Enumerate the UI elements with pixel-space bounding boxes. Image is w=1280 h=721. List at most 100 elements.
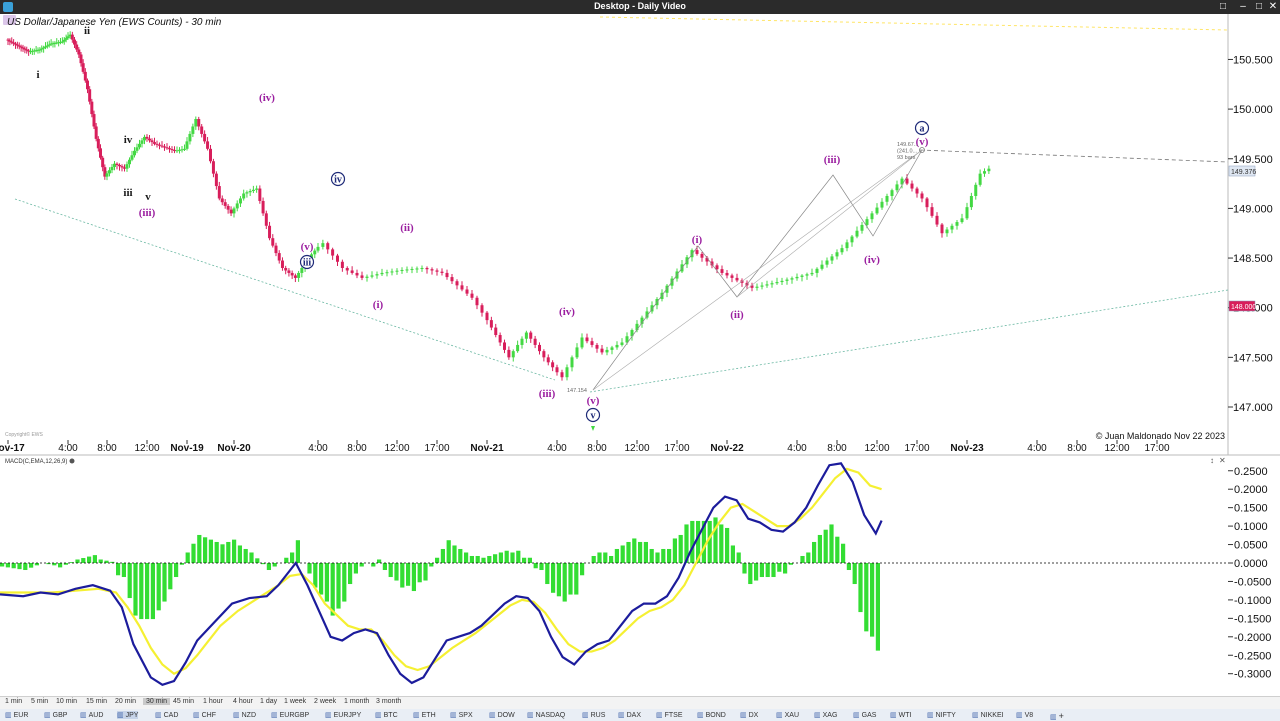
timeframe-button[interactable]: 5 min xyxy=(31,698,48,705)
timeframe-button[interactable]: 45 min xyxy=(173,698,194,705)
wave-label: v xyxy=(145,191,151,203)
panel-close-icon[interactable]: ✕ xyxy=(1219,456,1226,465)
macd-histogram-bar xyxy=(568,563,573,595)
timeframe-button[interactable]: 4 hour xyxy=(233,698,253,705)
symbol-tab[interactable]: BOND xyxy=(697,711,726,719)
symbol-tab[interactable]: DOW xyxy=(489,711,515,719)
timeframe-button[interactable]: 1 min xyxy=(5,698,22,705)
candle-body xyxy=(524,332,528,339)
macd-histogram-bar xyxy=(823,529,828,563)
symbol-tab[interactable]: FTSE xyxy=(656,711,683,719)
symbol-tab[interactable]: CHF xyxy=(193,711,216,719)
symbol-tab[interactable]: RUS xyxy=(582,711,606,719)
time-tick-label: Nov-20 xyxy=(217,443,251,454)
macd-panel[interactable] xyxy=(0,456,1228,696)
macd-histogram-bar xyxy=(382,563,387,571)
macd-histogram-bar xyxy=(475,555,480,563)
symbol-tab[interactable]: WTI xyxy=(890,711,912,719)
macd-histogram-bar xyxy=(487,555,492,563)
symbol-tab[interactable]: CAD xyxy=(155,711,179,719)
price-tick-label: 147.500 xyxy=(1233,352,1273,364)
timeframe-button[interactable]: 30 min xyxy=(143,698,171,705)
macd-histogram-bar xyxy=(440,548,445,563)
macd-histogram-bar xyxy=(208,539,213,563)
restore-icon[interactable]: □ xyxy=(1216,0,1230,14)
symbol-tab[interactable]: V8 xyxy=(1016,711,1034,719)
candle-body xyxy=(217,186,221,199)
symbol-tab[interactable]: NIKKEI xyxy=(972,711,1004,719)
symbol-tab[interactable]: SPX xyxy=(450,711,473,719)
macd-histogram-bar xyxy=(545,563,550,585)
candle-body xyxy=(271,238,275,246)
chart-area[interactable]: 150.500 150.000 149.500 149.000 148.500 148.0… xyxy=(0,14,1280,696)
timeframe-button[interactable]: 15 min xyxy=(86,698,107,705)
symbol-tab[interactable]: XAG xyxy=(814,711,838,719)
symbol-tab[interactable]: EURJPY xyxy=(325,711,362,719)
timeframe-button[interactable]: 1 hour xyxy=(203,698,223,705)
time-tick-label: 12:00 xyxy=(624,443,649,454)
close-icon[interactable]: ✕ xyxy=(1266,0,1280,14)
macd-histogram-bar xyxy=(539,563,544,571)
timeframe-button[interactable]: 10 min xyxy=(56,698,77,705)
candle-body xyxy=(336,255,339,262)
candle-body xyxy=(235,203,239,209)
time-tick-label: Nov-23 xyxy=(950,443,984,454)
symbol-tab[interactable]: GAS xyxy=(853,711,877,719)
macd-settings-icon[interactable] xyxy=(69,458,75,464)
macd-histogram-bar xyxy=(493,554,498,563)
candle-body xyxy=(965,207,969,219)
time-tick-label: Nov-21 xyxy=(470,443,504,454)
wave-label: i xyxy=(36,69,39,81)
candle-body xyxy=(62,39,66,42)
macd-histogram-bar xyxy=(638,541,643,563)
candle-body xyxy=(12,42,16,44)
timeframe-button[interactable]: 1 month xyxy=(344,698,369,705)
macd-histogram-bar xyxy=(574,563,579,595)
macd-histogram-bar xyxy=(841,543,846,563)
watermark-text: Copyright© EWS xyxy=(5,431,44,438)
symbol-tab[interactable]: ETH xyxy=(413,711,436,719)
candle-body xyxy=(293,275,297,278)
symbol-tab[interactable]: NASDAQ xyxy=(527,711,566,719)
macd-histogram-bar xyxy=(98,559,103,563)
timeframe-button[interactable]: 2 week xyxy=(314,698,336,705)
candle-body xyxy=(835,252,839,257)
candle-body xyxy=(251,189,255,192)
candle-body xyxy=(955,222,959,226)
price-tick-label: 148.500 xyxy=(1233,253,1273,265)
candle-body xyxy=(790,278,794,280)
symbol-tab[interactable]: BTC xyxy=(375,711,398,719)
candle-body xyxy=(905,178,909,184)
symbol-tab[interactable]: EURGBP xyxy=(271,711,310,719)
candle-body xyxy=(66,36,70,39)
symbol-tab[interactable]: DAX xyxy=(618,711,641,719)
timeframe-button[interactable]: 1 day xyxy=(260,698,277,705)
symbol-tab[interactable]: XAU xyxy=(776,711,799,719)
symbol-tab[interactable]: AUD xyxy=(80,711,104,719)
macd-histogram-bar xyxy=(295,540,300,563)
symbol-tab[interactable]: NIFTY xyxy=(927,711,956,719)
maximize-icon[interactable]: □ xyxy=(1252,0,1266,14)
symbol-tab[interactable]: EUR xyxy=(5,711,29,719)
time-tick-label: 4:00 xyxy=(1027,443,1047,454)
timeframe-button[interactable]: 20 min xyxy=(115,698,136,705)
symbol-tab[interactable]: DX xyxy=(740,711,759,719)
candle-body xyxy=(555,367,559,373)
copyright-text: © Juan Maldonado Nov 22 2023 xyxy=(1096,431,1225,441)
minimize-icon[interactable]: – xyxy=(1236,0,1250,14)
macd-histogram-bar xyxy=(197,534,202,563)
candle-body xyxy=(300,267,304,273)
candle-body xyxy=(99,148,102,158)
timeframe-button[interactable]: 1 week xyxy=(284,698,306,705)
symbol-tab[interactable]: GBP xyxy=(44,711,68,719)
panel-collapse-icon[interactable]: ↕ xyxy=(1210,456,1214,465)
macd-histogram-bar xyxy=(319,563,324,595)
timeframe-button[interactable]: 3 month xyxy=(376,698,401,705)
macd-histogram-bar xyxy=(133,563,138,616)
candle-body xyxy=(155,143,159,145)
candle-body xyxy=(915,188,919,194)
macd-histogram-bar xyxy=(597,552,602,563)
symbol-tab[interactable]: NZD xyxy=(233,711,256,719)
symbol-tab[interactable]: JPY xyxy=(117,711,139,719)
candle-body xyxy=(223,202,227,206)
